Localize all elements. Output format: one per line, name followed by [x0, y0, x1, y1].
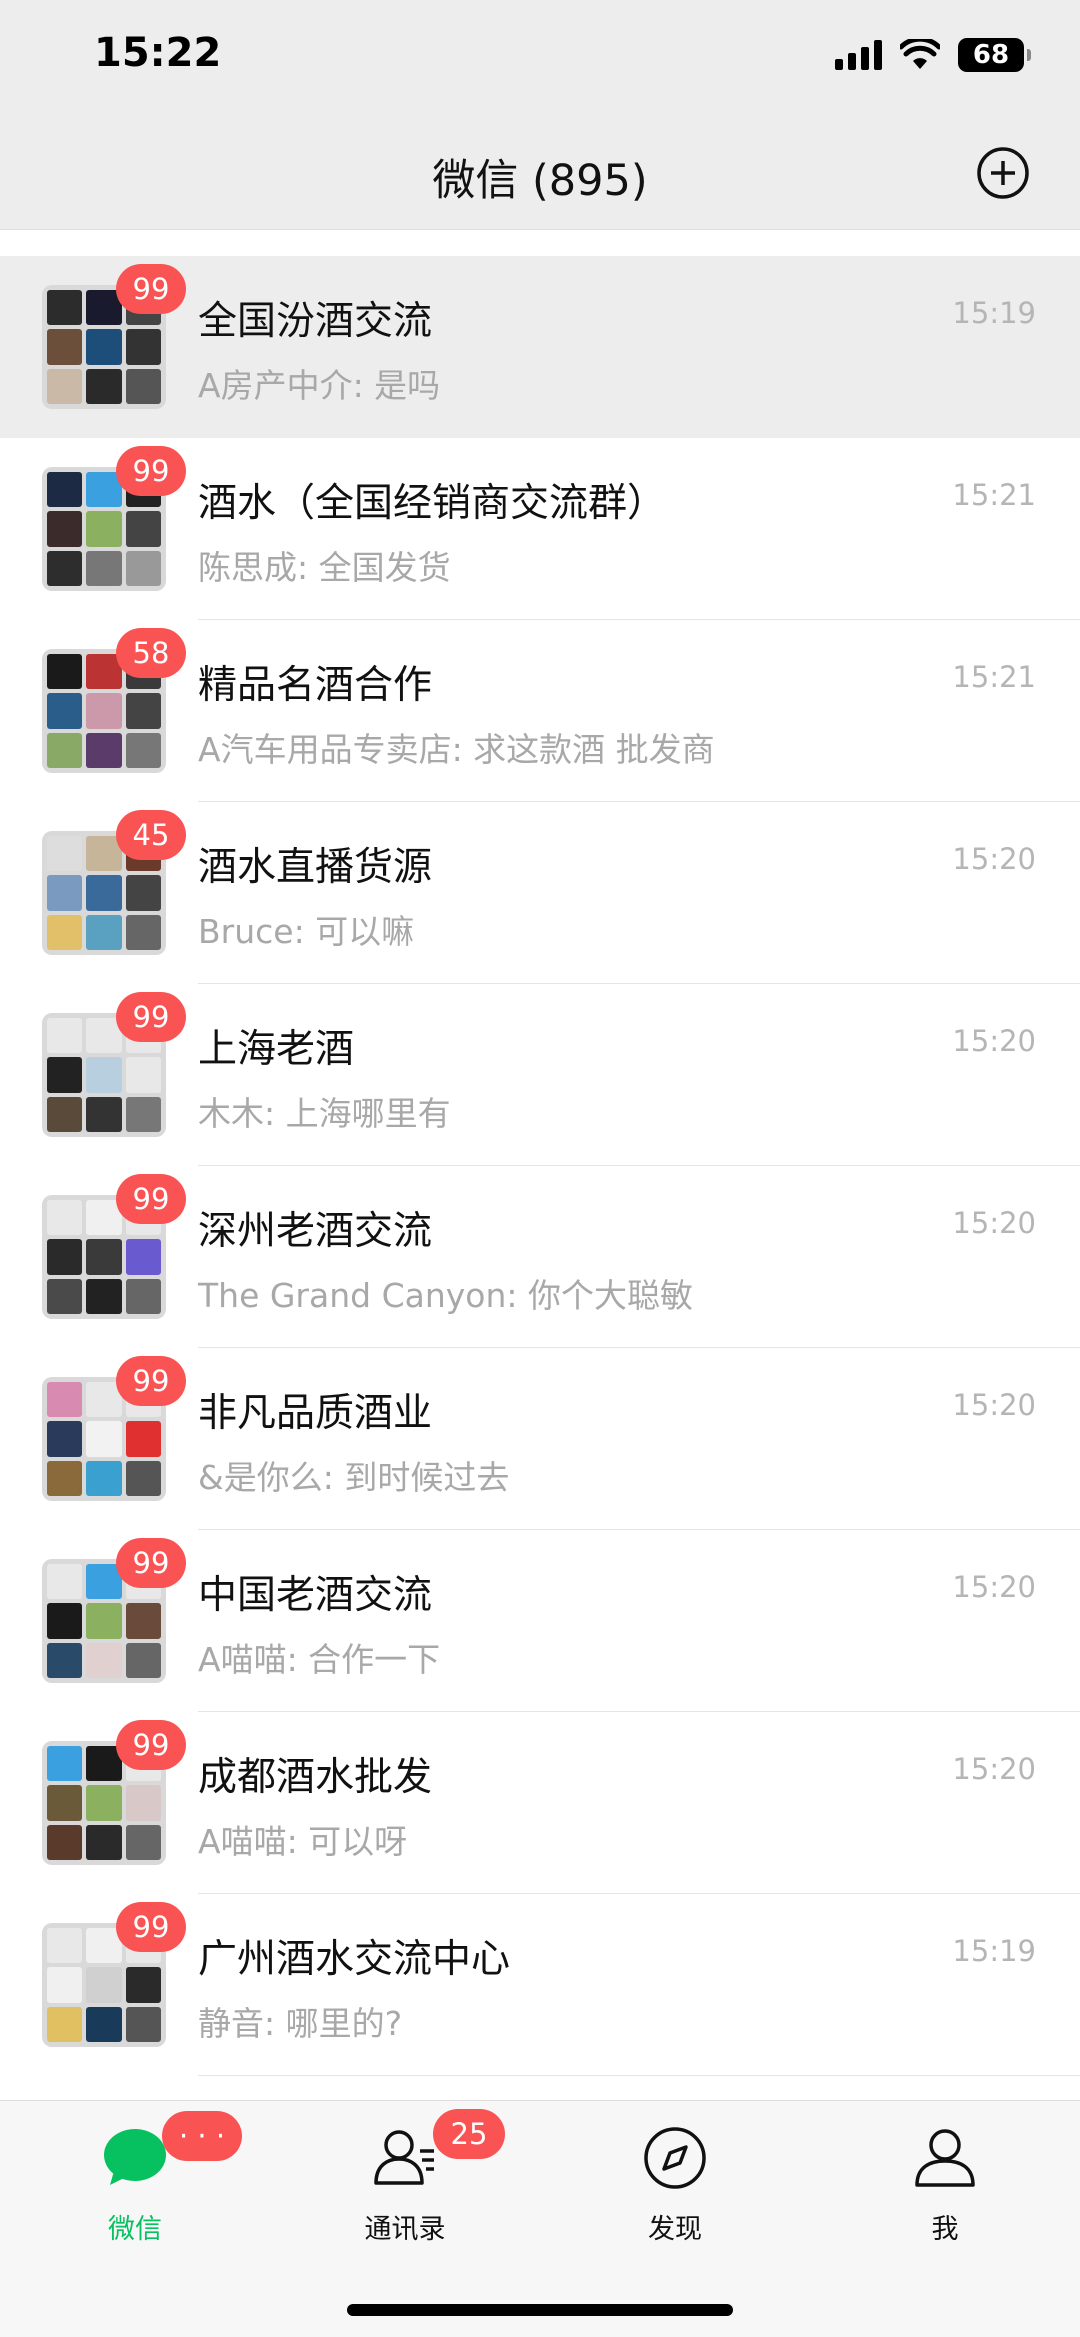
chat-row[interactable]: 99 深州老酒交流 The Grand Canyon: 你个大聪敏 15:20 — [0, 1166, 1080, 1348]
tab-label: 我 — [931, 2214, 959, 2245]
chat-row[interactable]: 99 上海老酒 木木: 上海哪里有 15:20 — [0, 984, 1080, 1166]
row-divider — [198, 2075, 1080, 2076]
status-bar: 15:22 68 — [0, 0, 1080, 118]
chat-preview: A房产中介: 是吗 — [198, 366, 441, 405]
tab-label: 发现 — [648, 2214, 702, 2245]
chat-preview: &是你么: 到时候过去 — [198, 1458, 510, 1497]
unread-badge: 25 — [433, 2109, 505, 2159]
chat-time: 15:19 — [952, 296, 1036, 330]
chat-time: 15:21 — [952, 660, 1036, 694]
chat-time: 15:20 — [952, 1388, 1036, 1422]
chat-row[interactable]: 99 非凡品质酒业 &是你么: 到时候过去 15:20 — [0, 1348, 1080, 1530]
chat-preview: 陈思成: 全国发货 — [198, 548, 451, 587]
chat-row[interactable]: 99 酒水（全国经销商交流群） 陈思成: 全国发货 15:21 — [0, 438, 1080, 620]
unread-dots-badge: · · · — [162, 2111, 242, 2161]
chat-time: 15:20 — [952, 1752, 1036, 1786]
battery-level: 68 — [972, 40, 1010, 70]
chat-name: 广州酒水交流中心 — [198, 1937, 511, 1982]
chat-preview: Bruce: 可以嘛 — [198, 912, 415, 951]
chat-time: 15:20 — [952, 1024, 1036, 1058]
chat-row[interactable]: 99 广州酒水交流中心 静音: 哪里的? 15:19 — [0, 1894, 1080, 2076]
chat-name: 酒水（全国经销商交流群） — [198, 481, 667, 526]
chat-row[interactable]: 99 中国老酒交流 A喵喵: 合作一下 15:20 — [0, 1530, 1080, 1712]
chat-row[interactable]: 45 酒水直播货源 Bruce: 可以嘛 15:20 — [0, 802, 1080, 984]
unread-badge: 58 — [116, 628, 186, 678]
unread-badge: 99 — [116, 992, 186, 1042]
tab-discover[interactable]: 发现 — [575, 2101, 775, 2301]
chat-name: 成都酒水批发 — [198, 1755, 433, 1800]
tab-chats[interactable]: 微信 · · · — [35, 2101, 242, 2301]
tab-label: 微信 — [108, 2214, 162, 2245]
chat-time: 15:20 — [952, 1570, 1036, 1604]
unread-badge: 99 — [116, 264, 186, 314]
contacts-icon — [374, 2130, 434, 2185]
tab-contacts[interactable]: 通讯录 25 — [305, 2101, 505, 2301]
home-indicator[interactable] — [347, 2304, 733, 2316]
unread-badge: 99 — [116, 1902, 186, 1952]
chat-preview: 木木: 上海哪里有 — [198, 1094, 451, 1133]
plus-circle-icon[interactable] — [976, 146, 1030, 200]
unread-badge: 99 — [116, 1174, 186, 1224]
unread-badge: 99 — [116, 1538, 186, 1588]
cellular-signal-icon — [835, 40, 882, 70]
chat-row[interactable]: 99 成都酒水批发 A喵喵: 可以呀 15:20 — [0, 1712, 1080, 1894]
tab-label: 通讯录 — [364, 2214, 446, 2245]
chat-preview: The Grand Canyon: 你个大聪敏 — [198, 1276, 693, 1315]
chat-time: 15:19 — [952, 1934, 1036, 1968]
chat-preview: A喵喵: 合作一下 — [198, 1640, 441, 1679]
chat-bubble-icon — [104, 2129, 166, 2185]
unread-badge: 99 — [116, 1356, 186, 1406]
battery-icon: 68 — [958, 38, 1031, 72]
chat-row[interactable]: 58 精品名酒合作 A汽车用品专卖店: 求这款酒 批发商 15:21 — [0, 620, 1080, 802]
compass-icon — [644, 2127, 706, 2189]
unread-badge: 99 — [116, 446, 186, 496]
chat-time: 15:20 — [952, 842, 1036, 876]
chat-name: 深州老酒交流 — [198, 1209, 433, 1254]
chat-preview: A汽车用品专卖店: 求这款酒 批发商 — [198, 730, 715, 769]
chat-preview: 静音: 哪里的? — [198, 2004, 403, 2043]
status-time: 15:22 — [94, 30, 222, 76]
chat-list: 99 全国汾酒交流 A房产中介: 是吗 15:19 99 酒水（全国经销商交流群… — [0, 256, 1080, 2076]
chat-name: 中国老酒交流 — [198, 1573, 433, 1618]
wifi-icon — [900, 39, 940, 69]
chat-name: 全国汾酒交流 — [198, 299, 433, 344]
tab-bar: 微信 · · · 通讯录 25 发现 我 — [0, 2100, 1080, 2337]
chat-time: 15:20 — [952, 1206, 1036, 1240]
chat-preview: A喵喵: 可以呀 — [198, 1822, 408, 1861]
status-icons: 68 — [835, 38, 1031, 72]
nav-bar: 微信 (895) — [0, 118, 1080, 230]
tab-me[interactable]: 我 — [845, 2101, 1045, 2301]
unread-badge: 99 — [116, 1720, 186, 1770]
unread-badge: 45 — [116, 810, 186, 860]
chat-name: 上海老酒 — [198, 1027, 355, 1072]
chat-name: 非凡品质酒业 — [198, 1391, 433, 1436]
chat-name: 精品名酒合作 — [198, 663, 433, 708]
person-icon — [915, 2129, 975, 2187]
chat-name: 酒水直播货源 — [198, 845, 433, 890]
chat-row[interactable]: 99 全国汾酒交流 A房产中介: 是吗 15:19 — [0, 256, 1080, 438]
chat-time: 15:21 — [952, 478, 1036, 512]
page-title: 微信 (895) — [432, 156, 648, 206]
